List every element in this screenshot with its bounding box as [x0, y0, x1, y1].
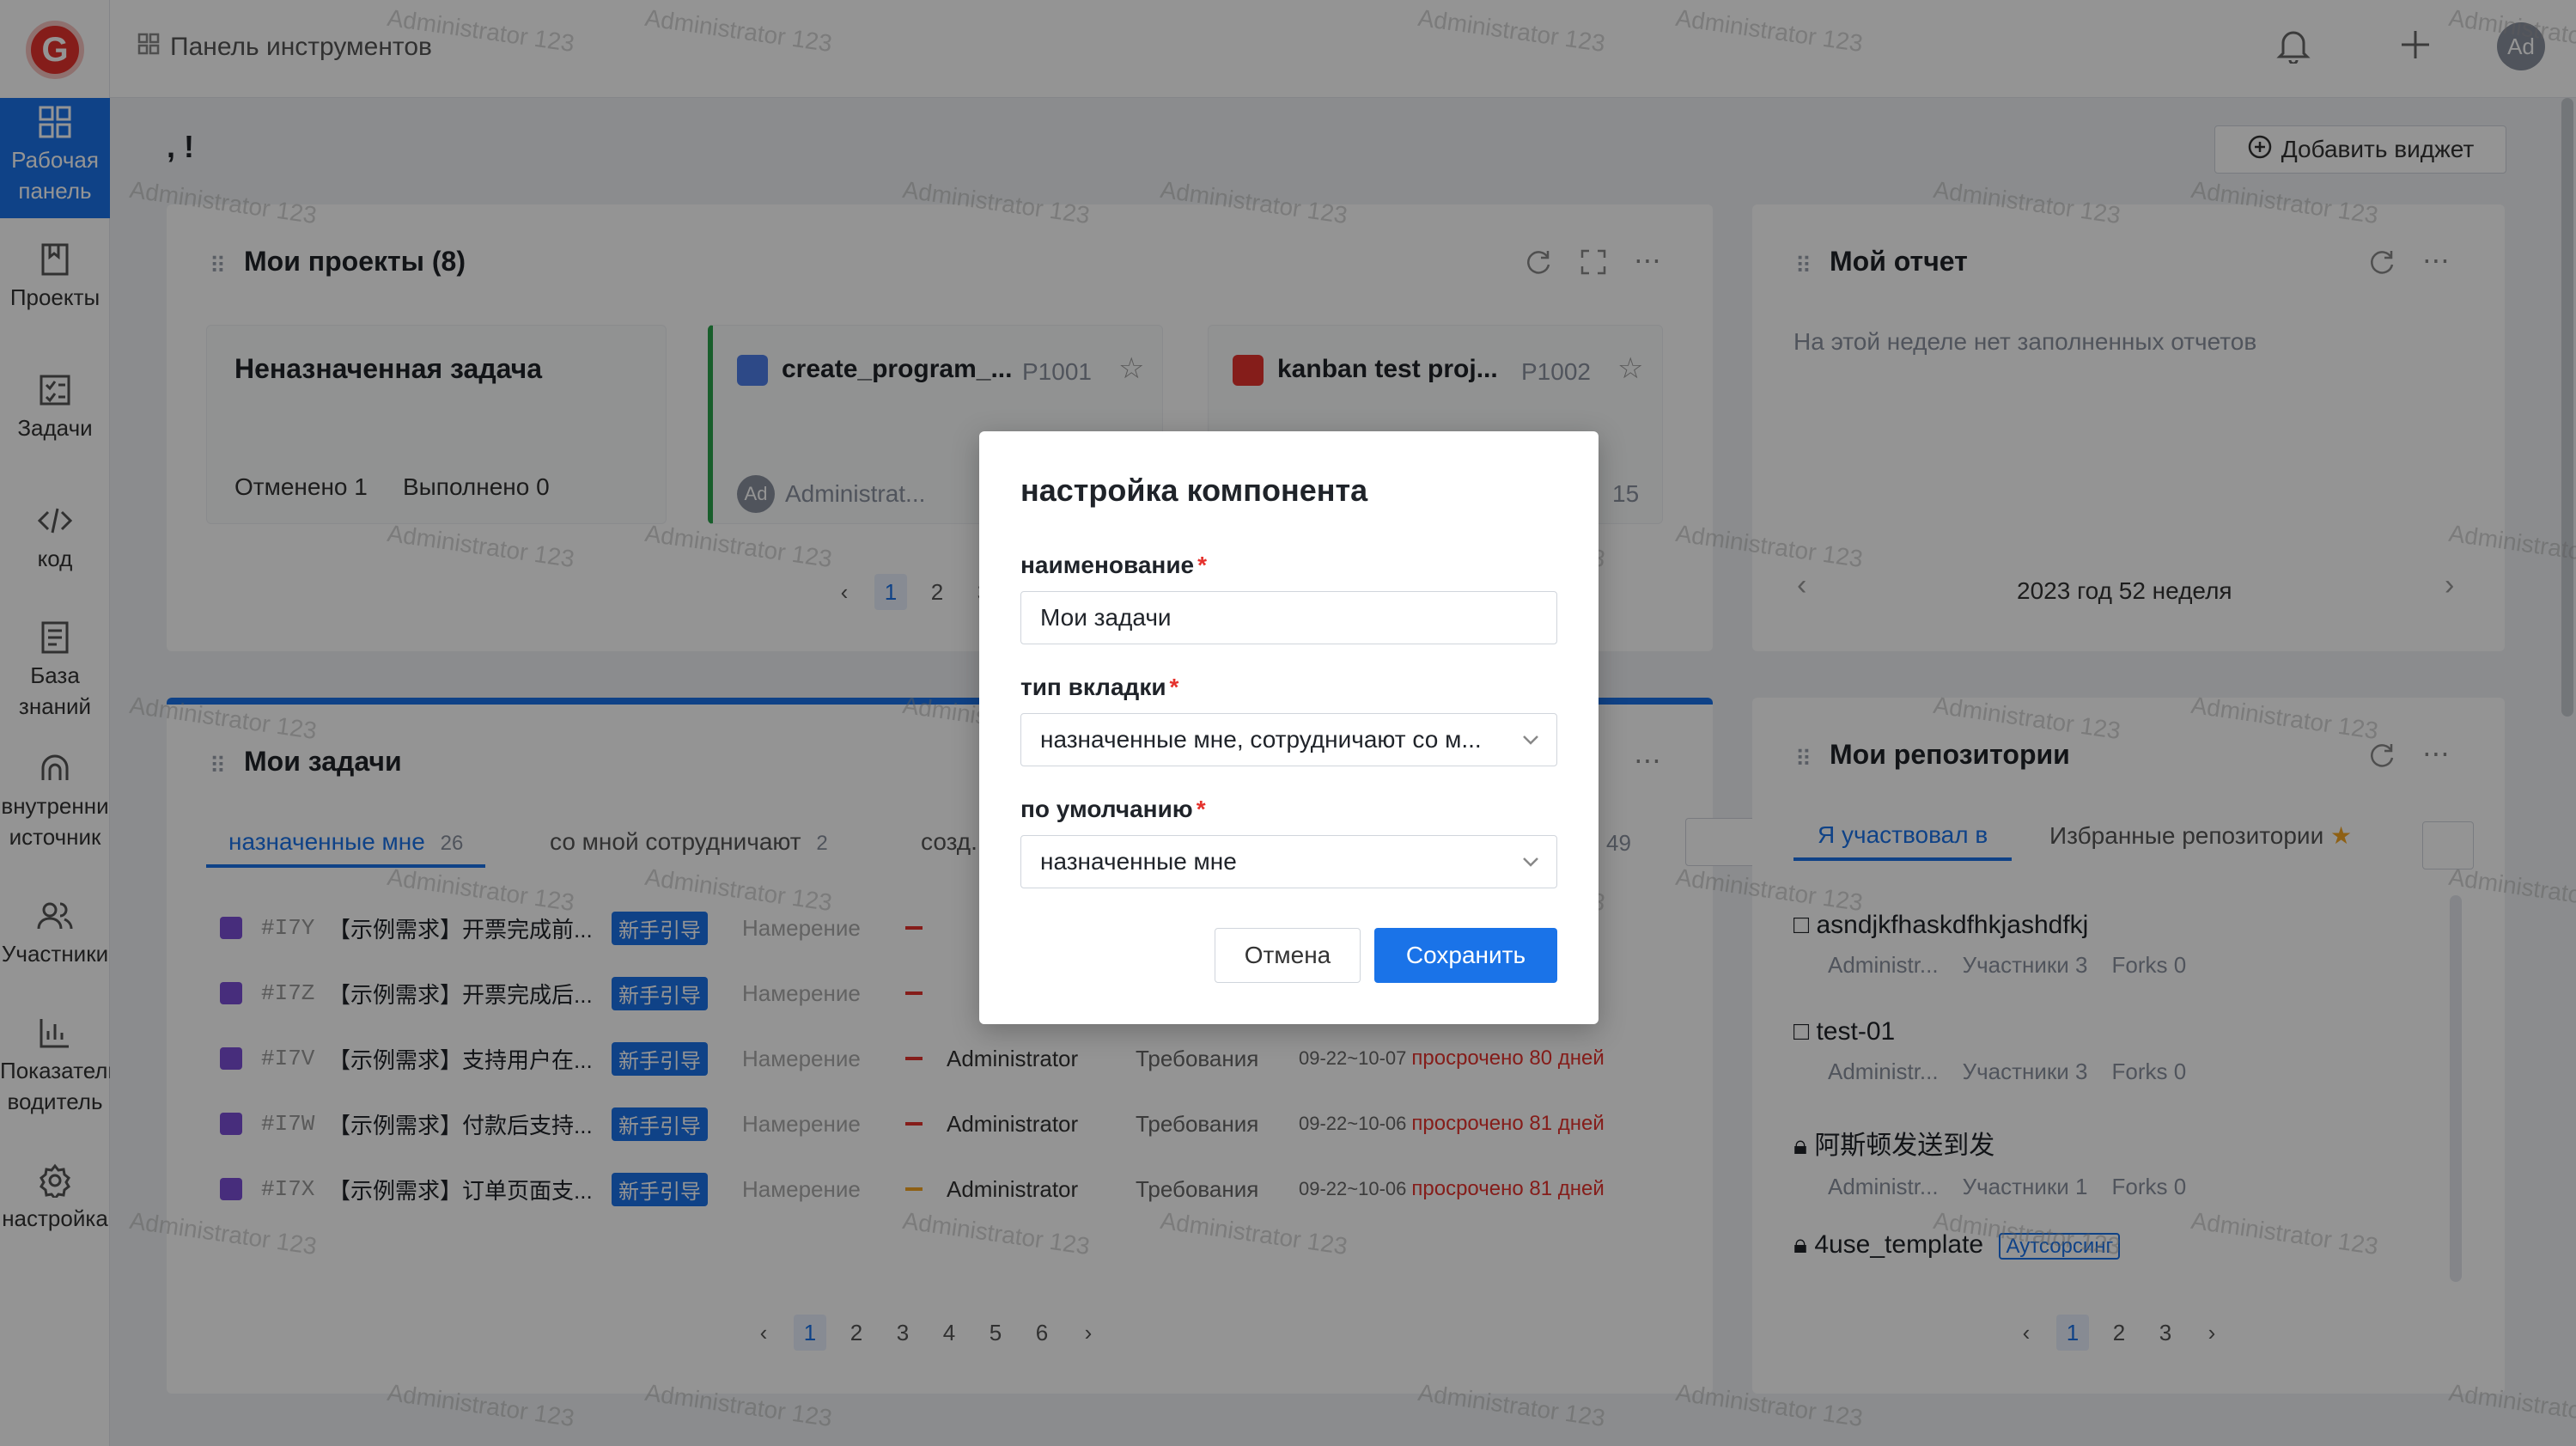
chevron-down-icon	[1523, 857, 1538, 867]
name-input[interactable]: Мои задачи	[1020, 591, 1557, 644]
tab-type-value: назначенные мне, сотрудничают со м...	[1040, 726, 1482, 753]
save-button[interactable]: Сохранить	[1374, 928, 1557, 983]
name-input-value: Мои задачи	[1040, 604, 1172, 631]
default-value: назначенные мне	[1040, 848, 1237, 875]
cancel-button[interactable]: Отмена	[1215, 928, 1361, 983]
tab-type-label: тип вкладки *	[1020, 674, 1179, 700]
component-settings-dialog: настройка компонента наименование * Мои з…	[979, 431, 1599, 1024]
default-label: по умолчанию *	[1020, 796, 1206, 822]
name-label: наименование *	[1020, 552, 1208, 578]
chevron-down-icon	[1523, 735, 1538, 745]
dialog-title: настройка компонента	[1020, 473, 1368, 508]
default-select[interactable]: назначенные мне	[1020, 835, 1557, 888]
tab-type-select[interactable]: назначенные мне, сотрудничают со м...	[1020, 713, 1557, 766]
